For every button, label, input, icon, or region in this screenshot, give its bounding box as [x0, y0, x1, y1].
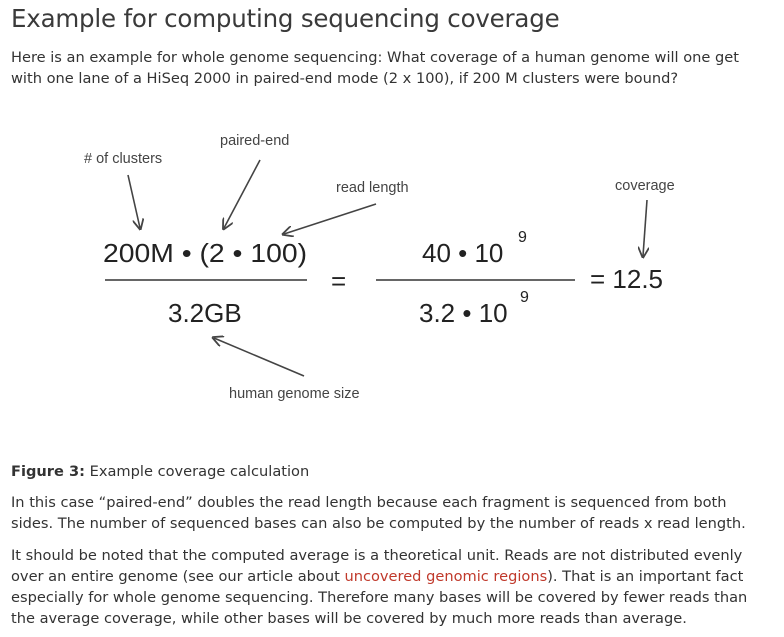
arrow-genome-size [214, 338, 305, 377]
label-paired-end: paired-end [220, 133, 289, 149]
coverage-figure: # of clusters paired-end read length cov… [0, 120, 784, 410]
uncovered-genomic-regions-link[interactable]: uncovered genomic regions [344, 568, 547, 585]
intro-paragraph: Here is an example for whole genome sequ… [11, 49, 740, 87]
label-coverage: coverage [615, 178, 675, 194]
arrow-paired-end [224, 159, 261, 228]
caption-label: Figure 3: [11, 463, 85, 480]
equals-sign: = [331, 266, 346, 296]
arrow-read-length [284, 203, 377, 234]
label-clusters: # of clusters [84, 151, 162, 167]
label-read-length: read length [336, 180, 409, 196]
figure-caption: Figure 3: Example coverage calculation [11, 461, 309, 482]
caption-text: Example coverage calculation [84, 463, 310, 480]
page-title: Example for computing sequencing coverag… [11, 4, 560, 33]
denominator-right: 3.2 • 10 [419, 298, 508, 328]
body-paragraph-1: In this case “paired-end” doubles the re… [11, 494, 746, 532]
result-value: = 12.5 [590, 264, 663, 294]
numerator-right-exponent: 9 [518, 229, 527, 246]
coverage-formula-diagram: # of clusters paired-end read length cov… [84, 133, 675, 402]
numerator-left: 200M • (2 • 100) [103, 238, 307, 268]
arrow-coverage [643, 199, 647, 256]
numerator-right: 40 • 10 [422, 238, 503, 268]
body-paragraph-2: It should be noted that the computed ave… [11, 545, 773, 629]
arrow-clusters [127, 174, 140, 228]
denominator-right-exponent: 9 [520, 289, 529, 306]
label-genome-size: human genome size [229, 386, 360, 402]
denominator-left: 3.2GB [168, 298, 242, 328]
